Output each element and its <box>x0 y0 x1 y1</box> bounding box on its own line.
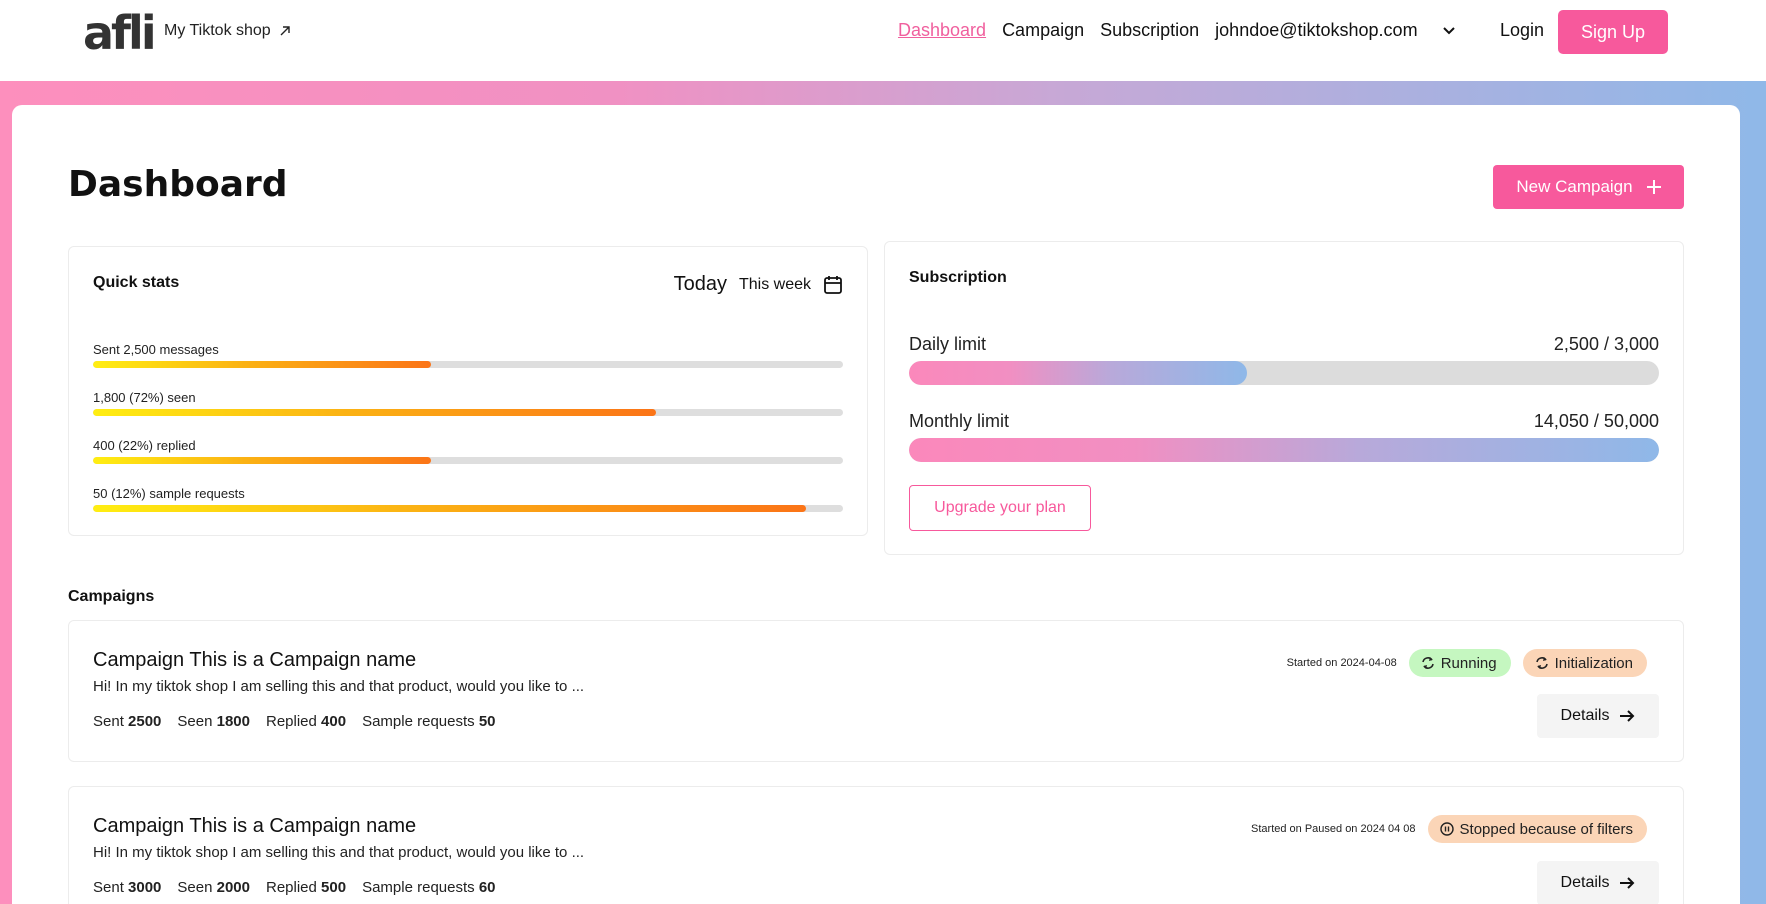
seen-value: 2000 <box>216 879 250 896</box>
stat-sent-bar <box>93 361 843 368</box>
account-email: johndoe@tiktokshop.com <box>1215 20 1418 40</box>
campaign-message: Hi! In my tiktok shop I am selling this … <box>93 678 585 695</box>
status-badge-label: Initialization <box>1554 654 1633 672</box>
sent-value: 2500 <box>128 713 162 730</box>
pause-icon <box>1439 822 1454 836</box>
details-button[interactable]: Details <box>1537 861 1659 904</box>
stat-replied-label: 400 (22%) replied <box>93 438 196 453</box>
campaign-stats: Sent 2500 Seen 1800 Replied 400 Sample r… <box>93 713 496 730</box>
new-campaign-label: New Campaign <box>1516 177 1633 196</box>
stats-range-selector: Today This week <box>674 273 843 296</box>
quick-stats-title: Quick stats <box>93 274 180 291</box>
seen-value: 1800 <box>216 713 250 730</box>
campaign-stats: Sent 3000 Seen 2000 Replied 500 Sample r… <box>93 879 496 896</box>
monthly-limit-value: 14,050 / 50,000 <box>1533 411 1659 431</box>
stat-seen-fill <box>93 409 656 416</box>
daily-limit: Daily limit 2,500 / 3,000 <box>909 334 1659 385</box>
daily-limit-label: Daily limit <box>909 334 987 354</box>
details-label: Details <box>1560 874 1610 891</box>
replied-value: 500 <box>321 879 347 896</box>
daily-limit-fill <box>909 361 1247 385</box>
subscription-panel: Subscription Daily limit 2,500 / 3,000 M… <box>884 241 1684 555</box>
campaign-name: Campaign This is a Campaign name <box>93 649 417 671</box>
monthly-limit: Monthly limit 14,050 / 50,000 <box>909 411 1659 462</box>
daily-limit-value: 2,500 / 3,000 <box>1553 334 1659 354</box>
replied-label: Replied <box>266 879 317 896</box>
started-date: Started on 2024-04-08 <box>1286 657 1397 669</box>
arrow-right-icon <box>1619 876 1635 890</box>
sent-label: Sent <box>93 879 124 896</box>
refresh-icon <box>1535 656 1549 670</box>
stat-sent-fill <box>93 361 431 368</box>
external-arrow-icon <box>279 25 291 37</box>
stat-seen-bar <box>93 409 843 416</box>
my-tiktok-shop-link[interactable]: My Tiktok shop <box>164 22 291 40</box>
sign-up-button[interactable]: Sign Up <box>1558 10 1668 54</box>
details-label: Details <box>1560 707 1610 724</box>
upgrade-plan-button[interactable]: Upgrade your plan <box>909 485 1091 531</box>
sample-requests-label: Sample requests <box>362 713 475 730</box>
calendar-icon[interactable] <box>823 275 843 295</box>
daily-limit-bar <box>909 361 1659 385</box>
range-this-week[interactable]: This week <box>739 276 811 294</box>
status-badge-initialization: Initialization <box>1522 649 1647 677</box>
sample-requests-label: Sample requests <box>362 879 475 896</box>
main-nav: Dashboard Campaign Subscription johndoe@… <box>898 20 1488 41</box>
seen-label: Seen <box>177 713 213 730</box>
top-navigation-bar: afli My Tiktok shop Dashboard Campaign S… <box>0 0 1766 81</box>
stat-sample-requests: 50 (12%) sample requests <box>93 486 843 512</box>
nav-subscription[interactable]: Subscription <box>1100 20 1199 41</box>
status-badge-running: Running <box>1408 649 1511 677</box>
sample-requests-value: 50 <box>478 713 496 730</box>
quick-stats-panel: Quick stats Today This week Sent 2,500 m… <box>68 246 868 536</box>
campaigns-title: Campaigns <box>68 588 155 605</box>
stat-sample-requests-bar <box>93 505 843 512</box>
subscription-title: Subscription <box>909 269 1007 286</box>
campaign-name: Campaign This is a Campaign name <box>93 815 417 837</box>
refresh-icon <box>1421 656 1435 670</box>
sample-requests-value: 60 <box>478 879 496 896</box>
stat-sample-requests-fill <box>93 505 806 512</box>
afli-logo[interactable]: afli <box>83 10 157 56</box>
stat-sent-label: Sent 2,500 messages <box>93 342 219 357</box>
seen-label: Seen <box>177 879 213 896</box>
stat-seen-label: 1,800 (72%) seen <box>93 390 196 405</box>
monthly-limit-label: Monthly limit <box>909 411 1010 431</box>
monthly-limit-bar <box>909 438 1659 462</box>
stat-replied-fill <box>93 457 431 464</box>
page-title: Dashboard <box>68 164 288 205</box>
stat-replied: 400 (22%) replied <box>93 438 843 464</box>
stat-replied-bar <box>93 457 843 464</box>
status-badge-label: Stopped because of filters <box>1459 820 1633 838</box>
plus-icon <box>1646 180 1661 194</box>
range-today[interactable]: Today <box>674 273 727 296</box>
status-badge-stopped: Stopped because of filters <box>1427 815 1647 843</box>
replied-label: Replied <box>266 713 317 730</box>
stat-seen: 1,800 (72%) seen <box>93 390 843 416</box>
campaign-card[interactable]: Campaign This is a Campaign name Hi! In … <box>68 620 1684 762</box>
login-link[interactable]: Login <box>1500 20 1544 41</box>
chevron-down-icon <box>1442 26 1456 36</box>
account-dropdown[interactable]: johndoe@tiktokshop.com <box>1215 20 1471 41</box>
campaign-meta: Started on Paused on 2024 04 08 Stopped … <box>1251 815 1647 843</box>
nav-campaign[interactable]: Campaign <box>1002 20 1084 41</box>
stat-sent: Sent 2,500 messages <box>93 342 843 368</box>
shop-link-label: My Tiktok shop <box>164 22 271 39</box>
new-campaign-button[interactable]: New Campaign <box>1493 165 1684 209</box>
campaign-meta: Started on 2024-04-08 Running Initializa… <box>1287 649 1647 677</box>
stat-sample-requests-label: 50 (12%) sample requests <box>93 486 245 501</box>
replied-value: 400 <box>321 713 347 730</box>
sent-value: 3000 <box>128 879 162 896</box>
nav-dashboard[interactable]: Dashboard <box>898 20 986 41</box>
arrow-right-icon <box>1619 709 1635 723</box>
campaign-card[interactable]: Campaign This is a Campaign name Hi! In … <box>68 786 1684 904</box>
details-button[interactable]: Details <box>1537 694 1659 738</box>
status-badge-label: Running <box>1440 654 1497 672</box>
monthly-limit-fill <box>909 438 1659 462</box>
started-date: Started on Paused on 2024 04 08 <box>1251 823 1416 835</box>
campaign-message: Hi! In my tiktok shop I am selling this … <box>93 844 585 861</box>
sent-label: Sent <box>93 713 124 730</box>
